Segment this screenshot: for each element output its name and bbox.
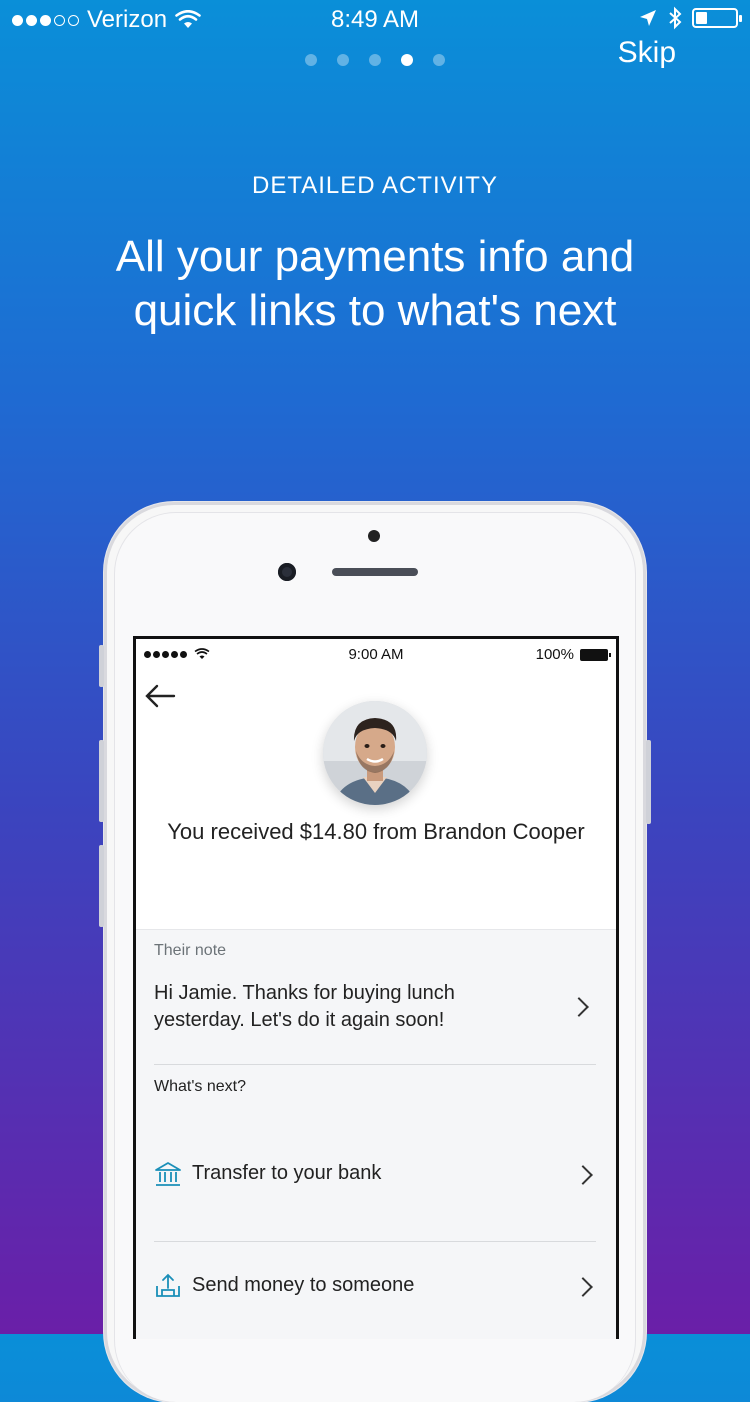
mock-battery-percent: 100% [535, 646, 574, 663]
transfer-to-bank-row[interactable]: Transfer to your bank [154, 1148, 596, 1204]
transaction-details: Their note Hi Jamie. Thanks for buying l… [136, 929, 616, 1339]
note-text[interactable]: Hi Jamie. Thanks for buying lunch yester… [154, 980, 514, 1034]
transfer-to-bank-label: Transfer to your bank [192, 1162, 382, 1184]
divider [154, 1241, 596, 1242]
chevron-right-icon [573, 1165, 593, 1185]
headline: All your payments info and quick links t… [115, 232, 635, 335]
send-money-label: Send money to someone [192, 1274, 415, 1296]
earpiece-speaker [332, 568, 418, 576]
whats-next-label: What's next? [154, 1078, 246, 1095]
status-bar: Verizon 8:49 AM [0, 0, 750, 40]
page-dot[interactable] [401, 54, 413, 66]
send-money-icon [156, 1273, 180, 1297]
location-arrow-icon [640, 10, 656, 26]
back-arrow-icon[interactable] [144, 683, 178, 709]
mock-battery: 100% [535, 646, 611, 663]
section-eyebrow: DETAILED ACTIVITY [252, 172, 498, 199]
bank-icon [155, 1162, 181, 1186]
front-camera [278, 563, 296, 581]
status-right [638, 6, 742, 30]
bluetooth-icon [669, 6, 682, 30]
avatar [323, 701, 427, 805]
transaction-title: You received $14.80 from Brandon Cooper [167, 819, 585, 844]
phone-volume-down [99, 845, 104, 927]
send-money-row[interactable]: Send money to someone [154, 1260, 596, 1316]
page-dot[interactable] [337, 54, 349, 66]
mock-battery-icon [580, 648, 611, 661]
skip-button[interactable]: Skip [618, 36, 676, 70]
note-label: Their note [154, 942, 227, 959]
phone-power-button [646, 740, 651, 824]
phone-mute-switch [99, 645, 104, 687]
phone-volume-up [99, 740, 104, 822]
page-dot[interactable] [433, 54, 445, 66]
mock-screen: 9:00 AM 100% You received $14.80 from Br… [133, 636, 619, 1339]
page-dot[interactable] [369, 54, 381, 66]
divider [154, 1064, 596, 1065]
chevron-right-icon [573, 1277, 593, 1297]
note-chevron-right-icon [569, 997, 589, 1017]
battery-icon [692, 8, 742, 28]
proximity-sensor [368, 530, 380, 542]
page-dot[interactable] [305, 54, 317, 66]
mock-status-bar: 9:00 AM 100% [142, 645, 611, 669]
